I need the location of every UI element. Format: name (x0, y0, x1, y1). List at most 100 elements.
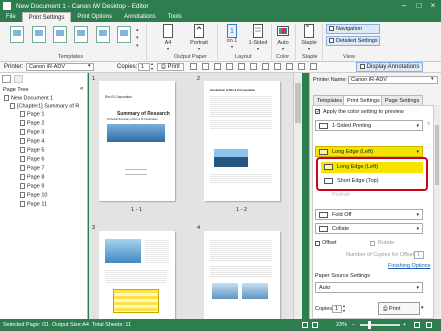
template-thumbnail[interactable] (10, 26, 24, 43)
toolbar-icon[interactable] (262, 63, 269, 70)
panel-tab-bookmarks[interactable] (14, 75, 23, 83)
detailed-settings-toggle[interactable]: Detailed Settings (326, 36, 380, 46)
copies-input[interactable]: 1 (332, 305, 342, 313)
sided-button[interactable]: 1-Sided ▾ (245, 24, 271, 51)
toolbar-icon[interactable] (214, 63, 221, 70)
fold-select[interactable]: Fold Off ▾ (315, 209, 423, 220)
toolbar-icon[interactable] (238, 63, 245, 70)
copies-stepper[interactable]: ▴ ▾ (343, 303, 345, 313)
binding-option-label: Short Edge (Top) (337, 178, 379, 184)
toolbar-icon[interactable] (226, 63, 233, 70)
print-menu-arrow[interactable]: ▾ (421, 305, 424, 311)
rotate-checkbox[interactable] (370, 241, 375, 246)
collate-select[interactable]: Collate ▾ (315, 223, 423, 234)
tree-page[interactable]: Page 7 (20, 165, 44, 171)
menu-annotations[interactable]: Annotations (118, 12, 162, 22)
detailed-settings-label: Detailed Settings (336, 38, 378, 44)
menu-file[interactable]: File (0, 12, 22, 22)
paper-size-button[interactable]: A4 ▾ (156, 24, 180, 51)
tab-print-settings[interactable]: Print Settings (343, 95, 384, 105)
tree-chapter[interactable]: [Chapter1] Summary of R (10, 103, 79, 109)
display-annotations-button[interactable]: Display Annotations (356, 62, 424, 72)
tab-templates[interactable]: Templates (313, 95, 347, 105)
page-thumbnail[interactable]: Introduction of Rxx & IS Corporation (204, 81, 280, 201)
panel-tab-page-tree[interactable] (2, 75, 11, 83)
tree-page[interactable]: Page 5 (20, 147, 44, 153)
page-thumbnail[interactable]: Rxx IS Corporation Summary of Research T… (99, 81, 175, 201)
printer-select-arrow[interactable]: ▾ (88, 63, 91, 69)
menu-tools[interactable]: Tools (162, 12, 188, 22)
page-thumbnail-view: 1 2 3 4 Rxx IS Corporation Summary of Re… (89, 73, 302, 319)
copies-offset-input[interactable]: 1 (414, 251, 424, 259)
tree-page[interactable]: Page 10 (20, 192, 48, 198)
fit-width-button[interactable] (426, 322, 432, 328)
orientation-button[interactable]: Portrait ▾ (185, 24, 213, 51)
printer-name-select[interactable]: Canon iR-ADV (348, 76, 438, 84)
close-button[interactable]: × (425, 0, 441, 12)
paper-source-select[interactable]: Auto ▾ (315, 282, 423, 293)
template-thumbnail[interactable] (96, 26, 110, 43)
zoom-out-button[interactable]: – (352, 319, 355, 331)
copies-input[interactable]: 1 (138, 63, 150, 71)
print-button[interactable]: ⎙ Print (157, 63, 184, 71)
sided-help-icon[interactable]: ? (427, 122, 430, 128)
binding-location-select[interactable]: Long Edge (Left) ▾ (315, 146, 423, 157)
sided-printing-select[interactable]: 1-Sided Printing ▾ (315, 120, 423, 131)
tree-page[interactable]: Page 11 (20, 201, 47, 207)
page-header-text: Rxx IS Corporation (105, 95, 132, 99)
menu-print-settings[interactable]: Print Settings (21, 12, 72, 22)
binding-option-short-edge[interactable]: Short Edge (Top) (321, 176, 423, 187)
vertical-scrollbar[interactable] (293, 73, 302, 319)
view-mode-button[interactable] (302, 322, 308, 328)
scrollbar-thumb[interactable] (295, 83, 301, 123)
copies-stepper[interactable]: ▴ ▾ (151, 61, 153, 71)
page-icon (20, 138, 25, 144)
binding-option-long-edge[interactable]: Long Edge (Left) (321, 162, 423, 173)
tree-page[interactable]: Page 6 (20, 156, 44, 162)
tree-root[interactable]: New Document 1 (4, 95, 53, 101)
collapse-panel-button[interactable]: « (80, 86, 83, 92)
settings-scrollbar[interactable] (434, 105, 440, 319)
printer-select[interactable]: Canon iR-ADV (26, 63, 94, 71)
zoom-slider[interactable] (360, 321, 400, 329)
tree-page[interactable]: Page 3 (20, 129, 44, 135)
fit-page-button[interactable] (414, 322, 420, 328)
tree-page[interactable]: Page 8 (20, 174, 44, 180)
toolbar-icon[interactable] (274, 63, 281, 70)
page-thumbnail[interactable] (204, 231, 280, 319)
scrollbar-thumb[interactable] (435, 125, 439, 185)
zoom-in-button[interactable]: + (403, 319, 406, 331)
tree-page[interactable]: Page 9 (20, 183, 44, 189)
tree-page[interactable]: Page 2 (20, 120, 44, 126)
page-thumbnail[interactable] (99, 231, 175, 319)
navigation-toggle[interactable]: Navigation (326, 24, 380, 34)
view-mode-button[interactable] (312, 322, 318, 328)
template-thumbnail[interactable] (32, 26, 46, 43)
pages-per-sheet-button[interactable]: 1 on 1 ▾ (221, 24, 243, 49)
offset-checkbox[interactable] (315, 241, 320, 246)
templates-gallery-more-button[interactable]: ▴ ▾ ▾ (136, 26, 142, 50)
toolbar-icon[interactable] (250, 63, 257, 70)
zoom-slider-thumb[interactable] (368, 321, 371, 329)
tree-page[interactable]: Page 1 (20, 111, 44, 117)
template-thumbnail[interactable] (53, 26, 67, 43)
toolbar-icon[interactable] (286, 63, 293, 70)
toolbar-icon[interactable] (202, 63, 209, 70)
print-button[interactable]: ⎙ Print (378, 302, 420, 315)
tree-page[interactable]: Page 4 (20, 138, 44, 144)
toolbar-icon[interactable] (298, 63, 305, 70)
tab-page-settings[interactable]: Page Settings (381, 95, 424, 105)
apply-color-checkbox[interactable]: ✓ (315, 109, 320, 115)
finishing-options-link[interactable]: Finishing Options (388, 263, 431, 269)
toolbar-icon[interactable] (190, 63, 197, 70)
staple-button[interactable]: Staple ▾ (297, 24, 321, 51)
menu-print-options[interactable]: Print Options (71, 12, 118, 22)
window-title: New Document 1 - Canon iW Desktop - Edit… (16, 2, 149, 10)
printer-name-arrow[interactable]: ▾ (431, 76, 434, 82)
minimize-button[interactable]: – (396, 0, 412, 12)
template-thumbnail[interactable] (74, 26, 88, 43)
color-button[interactable]: Auto ▾ (272, 24, 294, 51)
menu-bar: File Print Settings Print Options Annota… (0, 12, 441, 22)
template-thumbnail[interactable] (117, 26, 131, 43)
toolbar-icon[interactable] (310, 63, 317, 70)
